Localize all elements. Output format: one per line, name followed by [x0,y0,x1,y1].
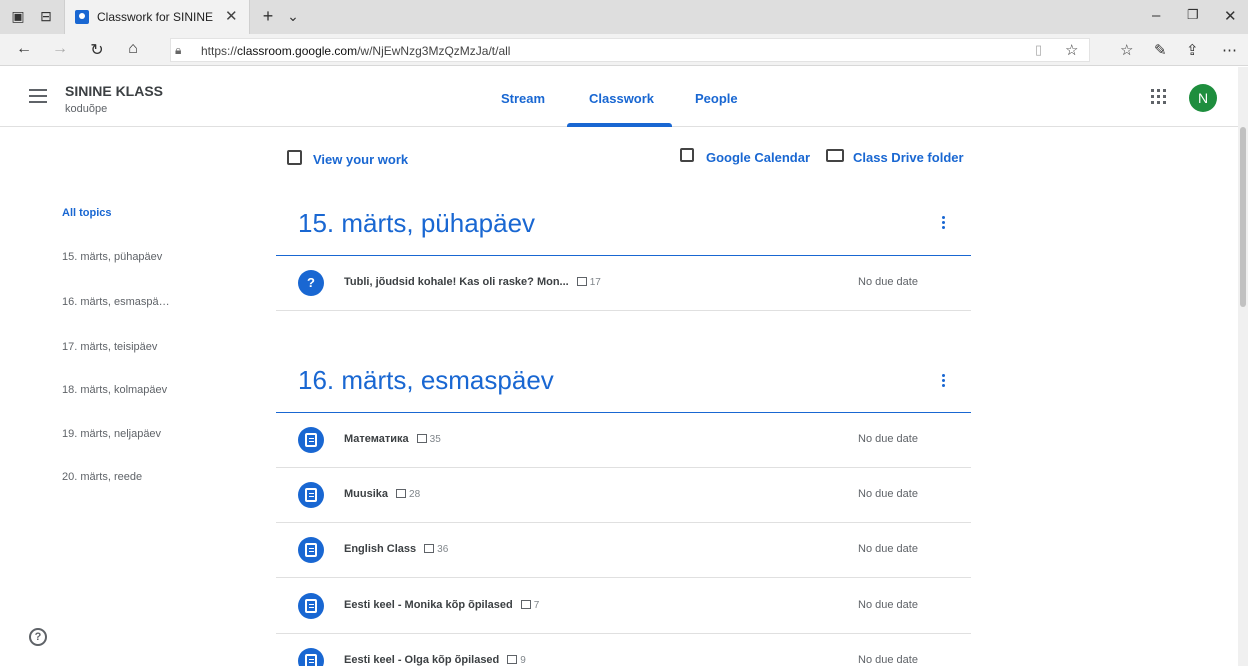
google-apps-icon[interactable] [1151,89,1166,104]
tab-preview-icon[interactable]: ▣ [10,8,26,24]
view-your-work-link[interactable]: View your work [313,152,408,167]
pen-notes-icon[interactable]: ✎ [1154,41,1167,59]
item-title: Muusika 28 [344,488,421,500]
tab-classwork[interactable]: Classwork [589,91,654,106]
tab-list-chevron-icon[interactable]: ⌄ [285,8,301,24]
comment-icon [507,655,518,664]
browser-tab-active[interactable]: Classwork for SININE KL ✕ [64,0,250,34]
favorite-star-icon[interactable]: ☆ [1065,41,1078,59]
class-subtitle: koduõpe [65,103,108,115]
due-date: No due date [858,599,918,611]
tab-people[interactable]: People [695,91,738,106]
section-title: 15. märts, pühapäev [298,208,536,238]
item-title: Eesti keel - Monika kõp õpilased 7 [344,599,540,611]
url-field[interactable]: 🔒︎ https://classroom.google.com/w/NjEwNz… [170,38,1090,62]
item-title: Tubli, jõudsid kohale! Kas oli raske? Mo… [344,276,601,288]
avatar[interactable]: N [1189,84,1217,112]
browser-tab-title: Classwork for SININE KL [97,10,217,24]
minimize-icon[interactable]: – [1152,7,1160,24]
comment-icon [520,600,531,609]
close-tab-icon[interactable]: ✕ [225,7,238,25]
section-more-icon[interactable] [942,374,946,388]
list-item[interactable]: Математика 35 No due date [276,413,971,468]
topic-nav-all[interactable]: All topics [62,207,112,219]
active-tab-indicator [567,123,672,127]
assignment-icon [298,593,324,619]
comment-icon [576,277,587,286]
item-title: Eesti keel - Olga kõp õpilased 9 [344,654,526,666]
topic-nav-item[interactable]: 17. märts, teisipäev [62,341,157,353]
topic-nav-item[interactable]: 18. märts, kolmapäev [62,384,167,396]
home-icon[interactable]: ⌂ [123,40,143,58]
due-date: No due date [858,543,918,555]
class-drive-folder-link[interactable]: Class Drive folder [853,150,964,165]
list-item[interactable]: English Class 36 No due date [276,523,971,578]
close-window-icon[interactable]: ✕ [1224,7,1237,25]
help-icon[interactable]: ? [29,628,47,646]
more-menu-icon[interactable]: ⋯ [1222,41,1237,59]
forward-icon[interactable]: → [50,40,70,58]
comment-icon [396,489,407,498]
reading-view-icon[interactable]: ▯ [1035,42,1042,58]
topic-nav-item[interactable]: 15. märts, pühapäev [62,251,162,263]
classroom-header: SININE KLASS koduõpe Stream Classwork Pe… [0,67,1238,127]
list-item[interactable]: Eesti keel - Monika kõp õpilased 7 No due… [276,579,971,634]
section-title: 16. märts, esmaspäev [298,365,554,395]
class-name[interactable]: SININE KLASS [65,83,163,99]
calendar-icon [680,148,694,162]
assignment-icon [298,648,324,666]
view-work-icon [287,150,302,165]
assignment-icon [298,482,324,508]
list-item[interactable]: Eesti keel - Olga kõp õpilased 9 No due d… [276,634,971,666]
page-scrollbar[interactable] [1238,67,1248,666]
main-menu-icon[interactable] [29,89,47,103]
google-calendar-link[interactable]: Google Calendar [706,150,810,165]
refresh-icon[interactable]: ↻ [87,40,107,60]
restore-icon[interactable]: ❐ [1187,7,1199,23]
folder-icon [826,149,844,162]
due-date: No due date [858,654,918,666]
section-more-icon[interactable] [942,216,946,230]
assignment-icon [298,427,324,453]
list-item[interactable]: Muusika 28 No due date [276,468,971,523]
address-bar: ← → ↻ ⌂ 🔒︎ https://classroom.google.com/… [0,34,1248,66]
topic-nav-item[interactable]: 20. märts, reede [62,471,142,483]
share-icon[interactable]: ⇪ [1186,41,1199,59]
due-date: No due date [858,488,918,500]
new-tab-icon[interactable]: + [260,7,276,25]
comment-icon [424,544,435,553]
classroom-favicon-icon [75,10,89,24]
list-item[interactable]: ? Tubli, jõudsid kohale! Kas oli raske? … [276,256,971,311]
due-date: No due date [858,433,918,445]
question-icon: ? [298,270,324,296]
topic-nav-item[interactable]: 16. märts, esmaspä… [62,296,170,308]
set-aside-tabs-icon[interactable]: ⊟ [38,8,54,24]
topic-nav-item[interactable]: 19. märts, neljapäev [62,428,161,440]
lock-icon: 🔒︎ [175,43,182,57]
browser-tab-strip: ▣ ⊟ Classwork for SININE KL ✕ + ⌄ – ❐ ✕ [0,0,1248,34]
back-icon[interactable]: ← [14,40,34,58]
item-title: English Class 36 [344,543,449,555]
tab-stream[interactable]: Stream [501,91,545,106]
url-text: https://classroom.google.com/w/NjEwNzg3M… [201,44,511,58]
due-date: No due date [858,276,918,288]
item-title: Математика 35 [344,433,441,445]
favorites-list-icon[interactable]: ☆ [1120,41,1133,59]
assignment-icon [298,537,324,563]
comment-icon [416,434,427,443]
scroll-thumb[interactable] [1240,127,1246,307]
